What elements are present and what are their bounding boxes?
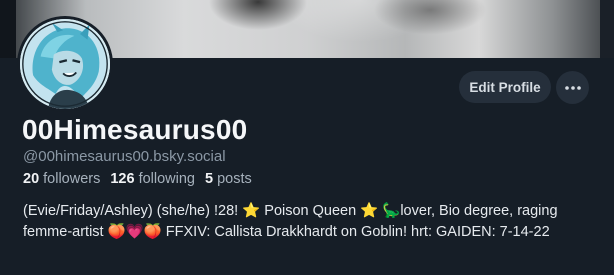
posts-label: posts: [217, 171, 252, 187]
following-stat[interactable]: 126 following: [110, 171, 195, 187]
posts-count: 5: [204, 171, 214, 187]
ellipsis-icon: [564, 85, 581, 90]
display-name: 00Himesaurus00: [22, 114, 248, 145]
following-count: 126: [110, 171, 135, 187]
followers-count: 20: [23, 171, 40, 187]
user-handle: @00himesaurus00.bsky.social: [23, 148, 226, 165]
banner-edge: [600, 0, 614, 58]
avatar[interactable]: [17, 16, 113, 112]
banner-edge: [0, 0, 16, 58]
following-label: following: [138, 171, 195, 187]
avatar-illustration: [20, 19, 110, 109]
followers-label: followers: [43, 171, 101, 187]
profile-bio: (Evie/Friday/Ashley) (she/he) !28! ⭐ Poi…: [23, 203, 558, 240]
posts-stat: 5 posts: [205, 171, 252, 187]
edit-profile-button[interactable]: Edit Profile: [459, 71, 551, 103]
profile-stats: 20 followers 126 following 5 posts: [23, 171, 252, 187]
followers-stat[interactable]: 20 followers: [23, 171, 100, 187]
more-options-button[interactable]: [556, 71, 589, 104]
